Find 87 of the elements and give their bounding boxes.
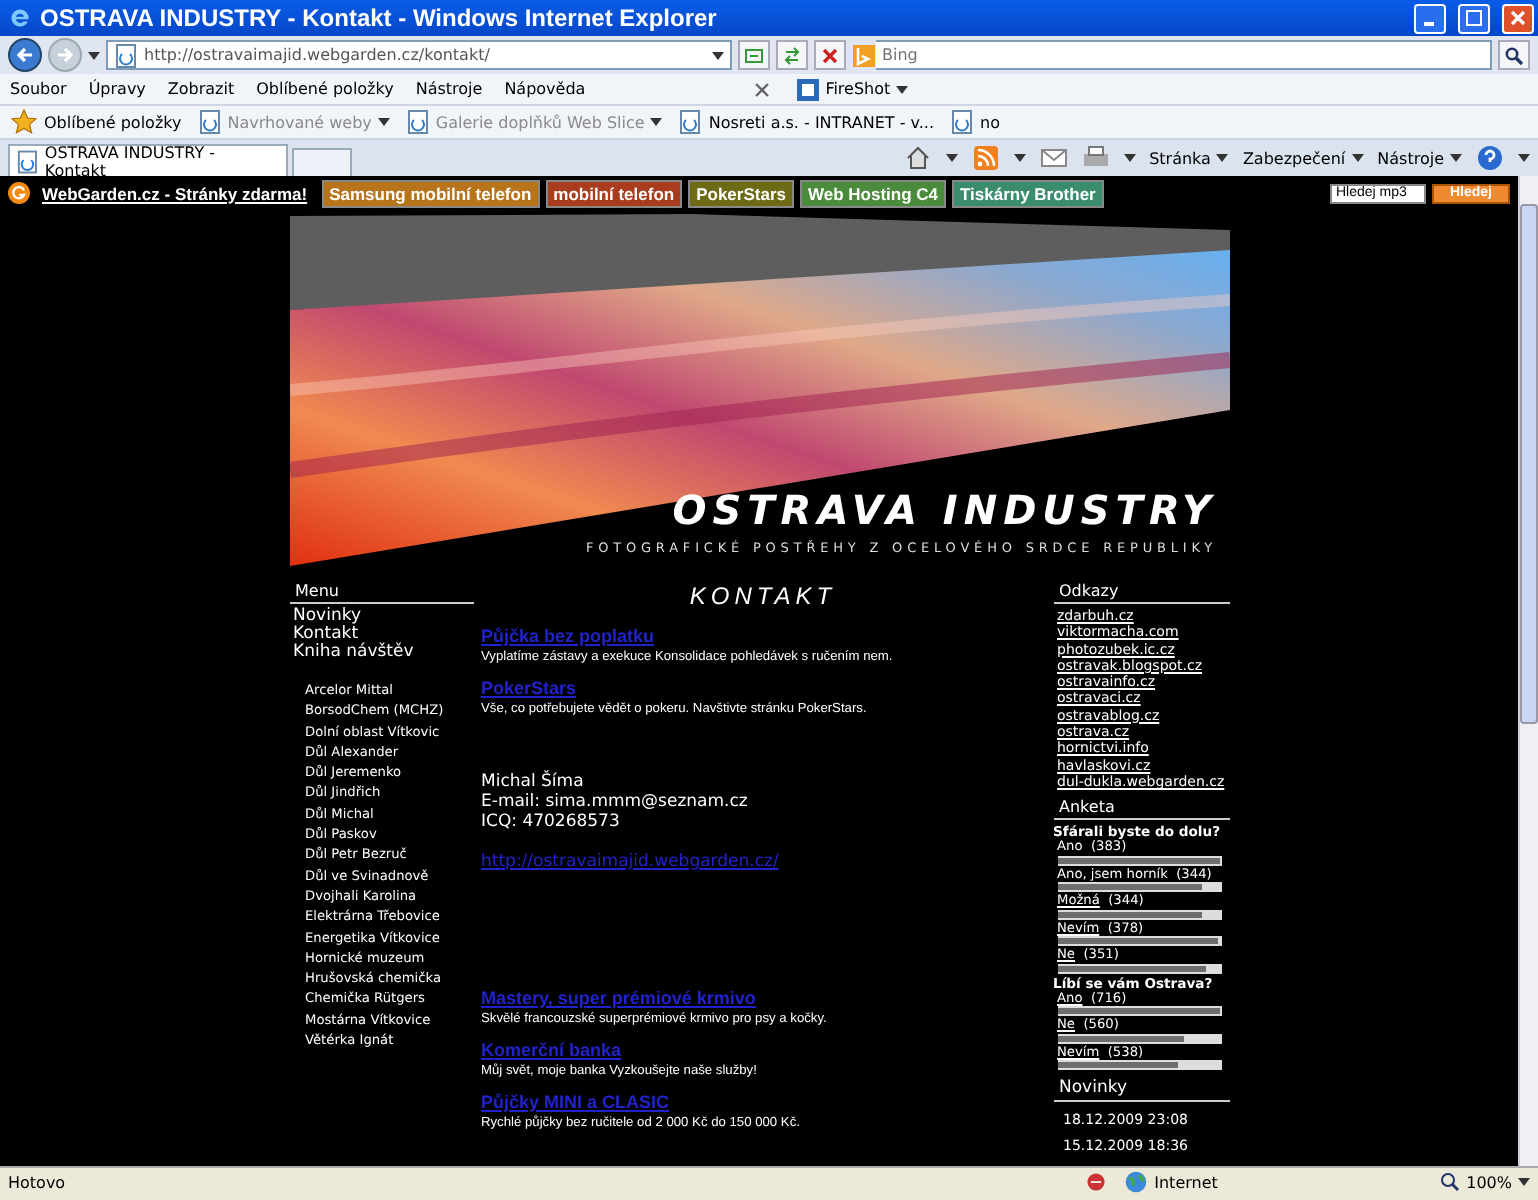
- window-title: OSTRAVA INDUSTRY - Kontakt - Windows Internet Explorer: [40, 4, 719, 32]
- menu-item[interactable]: Zobrazit: [167, 80, 235, 98]
- rss-icon: [971, 144, 1000, 172]
- page-icon: [16, 149, 39, 173]
- menu-item[interactable]: Nástroje: [415, 80, 483, 98]
- ad-button[interactable]: mobilní telefon: [545, 179, 683, 207]
- caret-icon: [1351, 154, 1364, 162]
- caret-icon: [1123, 154, 1136, 162]
- back-arrow-icon: [16, 46, 34, 64]
- favorites-item[interactable]: Nosreti a.s. - INTRANET - v...: [678, 110, 935, 134]
- command-menu[interactable]: Stránka: [1149, 149, 1229, 167]
- favorites-item[interactable]: Oblíbené položky: [10, 108, 182, 136]
- search-icon: [1504, 45, 1524, 65]
- page-icon: [950, 110, 975, 134]
- refresh-button[interactable]: [776, 40, 808, 70]
- caret-icon: [377, 118, 390, 126]
- ad-button[interactable]: Samsung mobilní telefon: [321, 179, 540, 207]
- nav-link[interactable]: Kniha návštěv: [289, 644, 473, 662]
- forward-arrow-icon: [56, 46, 74, 64]
- menu-item[interactable]: Úpravy: [88, 80, 146, 98]
- page-icon: [678, 110, 703, 134]
- close-icon: [749, 77, 774, 101]
- menu-item[interactable]: Oblíbené položky: [256, 80, 394, 98]
- search-button[interactable]: [1498, 40, 1530, 70]
- zoom-icon: [1440, 1172, 1461, 1192]
- printer-icon: [1081, 144, 1110, 172]
- contact-line: E-mail: sima.mmm@seznam.cz: [481, 792, 750, 812]
- news-heading: Novinky: [1053, 1078, 1229, 1103]
- nav-link[interactable]: Kontakt: [289, 626, 473, 644]
- stop-button[interactable]: [814, 40, 846, 70]
- brand-link[interactable]: WebGarden.cz - Stránky zdarma!: [42, 183, 308, 203]
- protected-mode-icon: [1084, 1170, 1109, 1194]
- command-menu[interactable]: Zabezpečení: [1242, 149, 1364, 167]
- caret-icon: [896, 85, 909, 93]
- menu-item[interactable]: Nápověda: [504, 80, 586, 98]
- banner-title: OSTRAVA INDUSTRY: [672, 486, 1217, 534]
- nav-link[interactable]: Novinky: [289, 608, 473, 626]
- caret-icon: [1013, 154, 1026, 162]
- contact-line: Michal Šíma: [481, 772, 586, 792]
- stop-icon: [820, 45, 840, 65]
- caret-icon: [1518, 1178, 1530, 1186]
- caret-icon: [712, 51, 724, 59]
- document-icon: [744, 45, 764, 65]
- search-field[interactable]: Bing: [876, 40, 1492, 70]
- command-menu[interactable]: Nástroje: [1377, 149, 1462, 167]
- back-button[interactable]: [8, 38, 42, 72]
- favorites-item[interactable]: no: [950, 110, 1000, 134]
- scrollbar[interactable]: [1518, 176, 1538, 1166]
- ie-logo-icon: [8, 6, 32, 30]
- bing-logo-icon: [852, 43, 876, 67]
- history-caret-icon: [88, 51, 100, 59]
- page-heading: KONTAKT: [687, 582, 839, 610]
- status-text: Hotovo: [8, 1173, 68, 1191]
- caret-icon: [1518, 154, 1530, 162]
- poll-heading: Anketa: [1053, 798, 1229, 821]
- maximize-icon: [1466, 10, 1482, 26]
- mail-icon: [1039, 144, 1068, 172]
- close-button[interactable]: [1502, 3, 1534, 33]
- help-icon: [1476, 144, 1504, 172]
- address-field[interactable]: http://ostravaimajid.webgarden.cz/kontakt/: [106, 40, 732, 70]
- ad-button[interactable]: Web Hosting C4: [799, 179, 946, 207]
- menu-heading: Menu: [289, 582, 473, 604]
- star-icon: [10, 108, 38, 136]
- webgarden-logo-icon: [8, 182, 30, 204]
- close-icon: [1510, 10, 1526, 26]
- caret-icon: [650, 118, 663, 126]
- page-icon: [114, 43, 138, 67]
- globe-icon: [1124, 1170, 1149, 1194]
- ad-button[interactable]: PokerStars: [688, 179, 794, 207]
- compatibility-button[interactable]: [738, 40, 770, 70]
- home-icon: [903, 144, 932, 172]
- page-icon: [197, 110, 222, 134]
- maximize-button[interactable]: [1458, 3, 1490, 33]
- refresh-icon: [782, 45, 802, 65]
- caret-icon: [945, 154, 958, 162]
- caret-icon: [1450, 154, 1462, 162]
- caret-icon: [1216, 154, 1229, 162]
- security-zone: Internet: [1154, 1173, 1218, 1191]
- browser-tab[interactable]: OSTRAVA INDUSTRY - Kontakt: [8, 144, 288, 176]
- page-icon: [405, 110, 430, 134]
- minimize-button[interactable]: [1414, 3, 1446, 33]
- fireshot-button[interactable]: FireShot: [795, 77, 909, 101]
- menu-item[interactable]: Soubor: [10, 80, 67, 98]
- ad-button[interactable]: Tiskárny Brother: [952, 179, 1104, 207]
- links-heading: Odkazy: [1053, 582, 1229, 604]
- zoom-control[interactable]: 100%: [1440, 1172, 1530, 1192]
- contact-line: ICQ: 470268573: [481, 812, 622, 832]
